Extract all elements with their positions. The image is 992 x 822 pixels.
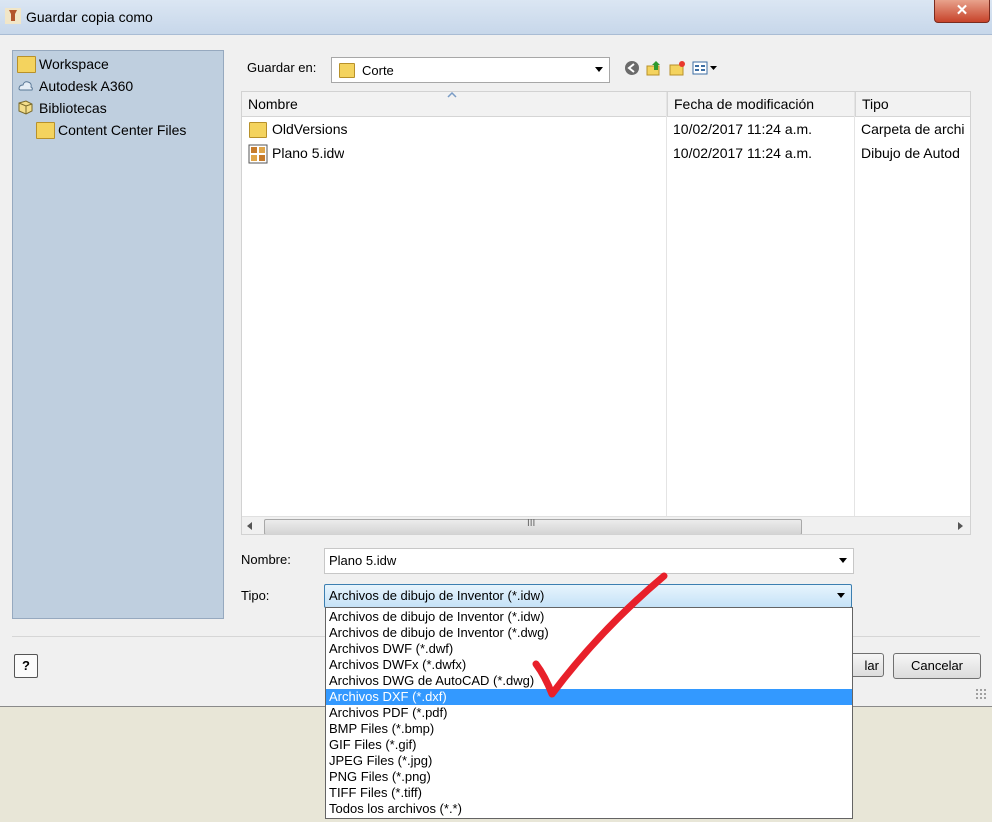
window-title: Guardar copia como [26,9,153,25]
folder-icon [249,122,267,138]
filetype-value: Archivos de dibujo de Inventor (*.idw) [329,588,545,603]
file-list: Nombre Fecha de modificación Tipo OldVer… [241,91,971,535]
sort-ascending-icon [447,92,457,98]
filetype-option[interactable]: JPEG Files (*.jpg) [326,753,852,769]
filetype-option[interactable]: Archivos de dibujo de Inventor (*.idw) [326,609,852,625]
view-menu-icon[interactable] [692,60,718,76]
place-label: Content Center Files [58,122,187,138]
library-icon [18,100,33,115]
filename-input[interactable]: Plano 5.idw [324,548,854,574]
folder-icon [36,122,55,139]
place-label: Workspace [39,56,109,72]
file-type: Dibujo de Autod [861,145,960,161]
filetype-option[interactable]: Archivos de dibujo de Inventor (*.dwg) [326,625,852,641]
list-item[interactable]: OldVersions 10/02/2017 11:24 a.m. Carpet… [242,119,970,141]
filetype-dropdown-list: Archivos de dibujo de Inventor (*.idw) A… [325,607,853,819]
folder-icon [339,63,355,78]
filetype-label: Tipo: [241,588,270,603]
column-header-date[interactable]: Fecha de modificación [667,92,855,117]
help-button[interactable]: ? [14,654,38,678]
filetype-option[interactable]: BMP Files (*.bmp) [326,721,852,737]
chevron-down-icon[interactable] [839,558,847,563]
back-icon[interactable] [624,60,640,76]
places-sidebar: Workspace Autodesk A360 Bibliotecas Cont… [12,50,224,619]
filename-value: Plano 5.idw [329,553,397,568]
list-item[interactable]: Plano 5.idw 10/02/2017 11:24 a.m. Dibujo… [242,143,970,165]
save-in-select[interactable]: Corte [331,57,610,83]
column-header-type[interactable]: Tipo [855,92,970,117]
place-label: Bibliotecas [39,100,107,116]
inventor-drawing-icon [248,144,268,164]
scrollbar-thumb[interactable]: III [264,518,802,534]
up-folder-icon[interactable] [646,60,662,76]
filetype-option[interactable]: Archivos DWFx (*.dwfx) [326,657,852,673]
save-copy-dialog: Guardar copia como ✕ Workspace Autodesk … [0,0,992,707]
cloud-icon [18,81,33,91]
place-label: Autodesk A360 [39,78,134,94]
filetype-option[interactable]: Archivos DWG de AutoCAD (*.dwg) [326,673,852,689]
resize-grip[interactable] [975,688,987,700]
file-date: 10/02/2017 11:24 a.m. [673,145,813,161]
scroll-left-icon[interactable] [247,522,253,530]
chevron-down-icon [837,593,845,598]
file-name: OldVersions [272,121,348,137]
filetype-select[interactable]: Archivos de dibujo de Inventor (*.idw) [324,584,852,608]
filetype-option-selected[interactable]: Archivos DXF (*.dxf) [326,689,852,705]
filetype-option[interactable]: Archivos PDF (*.pdf) [326,705,852,721]
new-folder-icon[interactable] [669,60,685,76]
filename-label: Nombre: [241,552,291,567]
file-name: Plano 5.idw [272,145,345,161]
filetype-option[interactable]: Todos los archivos (*.*) [326,801,852,817]
horizontal-scrollbar[interactable]: III [242,516,970,534]
file-type: Carpeta de archi [861,121,965,137]
filetype-option[interactable]: GIF Files (*.gif) [326,737,852,753]
file-date: 10/02/2017 11:24 a.m. [673,121,813,137]
filetype-option[interactable]: PNG Files (*.png) [326,769,852,785]
save-in-label: Guardar en: [247,60,317,75]
folder-icon [17,56,36,73]
save-in-value: Corte [362,63,394,78]
column-header-name[interactable]: Nombre [242,92,666,117]
cancel-button[interactable]: Cancelar [893,653,981,679]
title-bar: Guardar copia como ✕ [0,0,992,35]
scroll-right-icon[interactable] [958,522,964,530]
filetype-option[interactable]: TIFF Files (*.tiff) [326,785,852,801]
filetype-option[interactable]: Archivos DWF (*.dwf) [326,641,852,657]
scrollbar-grip: III [527,518,536,529]
close-button[interactable]: ✕ [934,0,990,23]
inventor-app-icon [5,8,21,24]
chevron-down-icon [595,67,603,72]
